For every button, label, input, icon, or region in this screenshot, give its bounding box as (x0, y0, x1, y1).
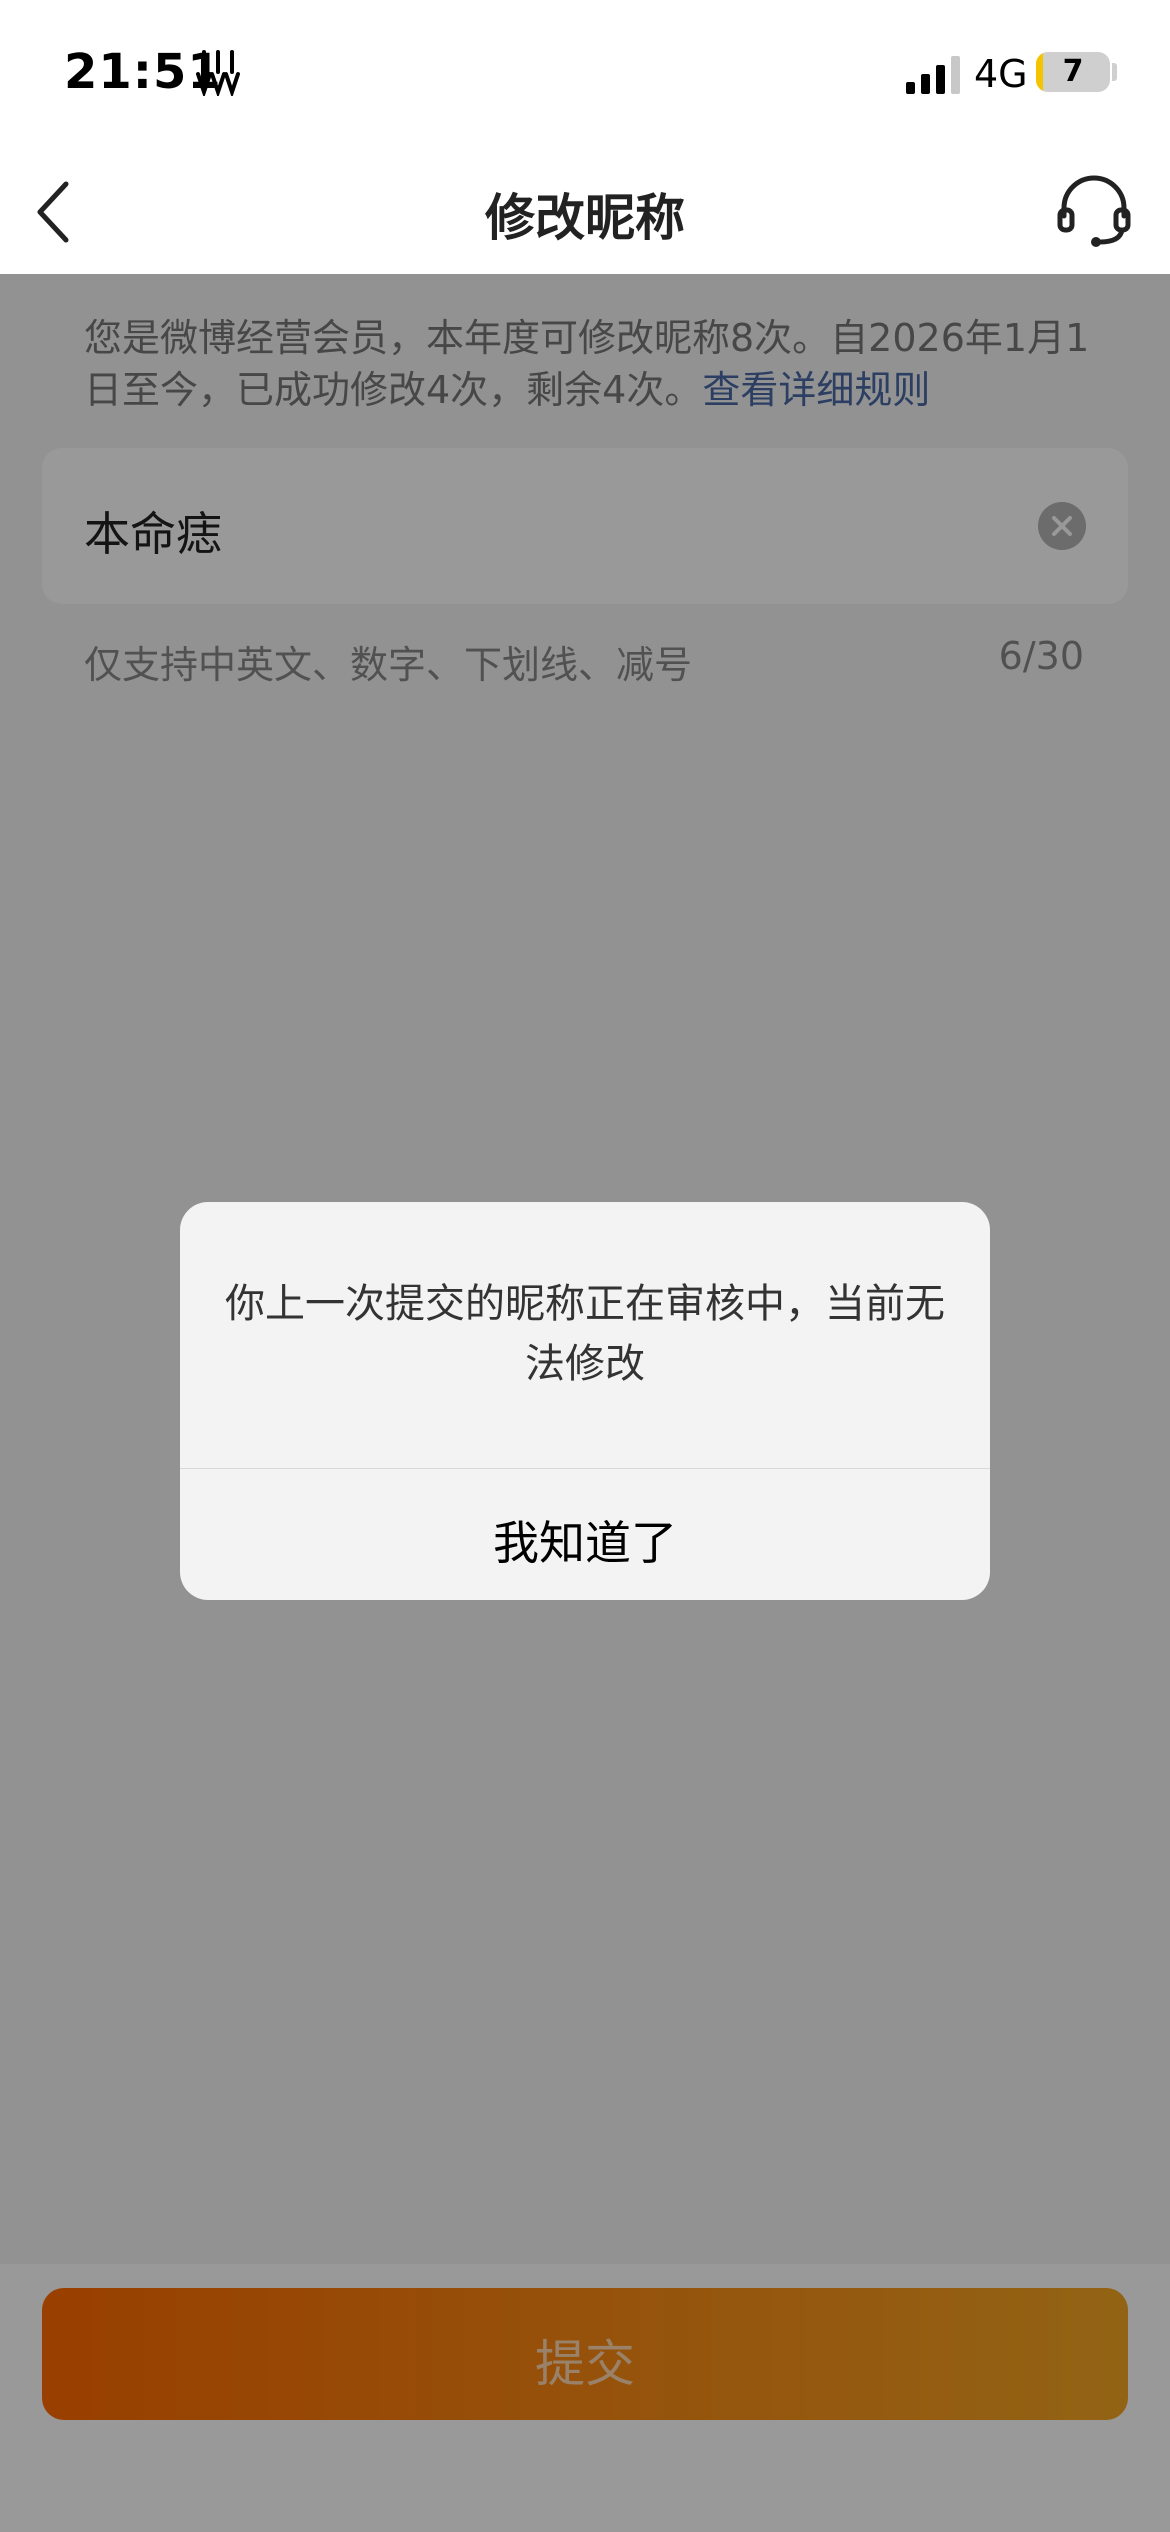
nav-bar: 修改昵称 (0, 150, 1170, 274)
review-pending-dialog: 你上一次提交的昵称正在审核中，当前无法修改 我知道了 (180, 1202, 990, 1600)
tuning-fork-icon (196, 50, 240, 96)
network-type: 4G (974, 52, 1028, 96)
battery-icon: 7 (1036, 52, 1110, 92)
status-bar: 21:51 4G 7 (0, 0, 1170, 150)
dialog-message: 你上一次提交的昵称正在审核中，当前无法修改 (225, 1281, 945, 1387)
battery-tip (1112, 63, 1117, 81)
got-it-button-label: 我知道了 (493, 1516, 677, 1570)
got-it-button[interactable]: 我知道了 (180, 1469, 990, 1600)
customer-service-headset-icon[interactable] (1054, 170, 1134, 250)
battery-level: 7 (1062, 54, 1084, 89)
page-title: 修改昵称 (485, 189, 685, 247)
signal-strength-icon (906, 56, 960, 94)
